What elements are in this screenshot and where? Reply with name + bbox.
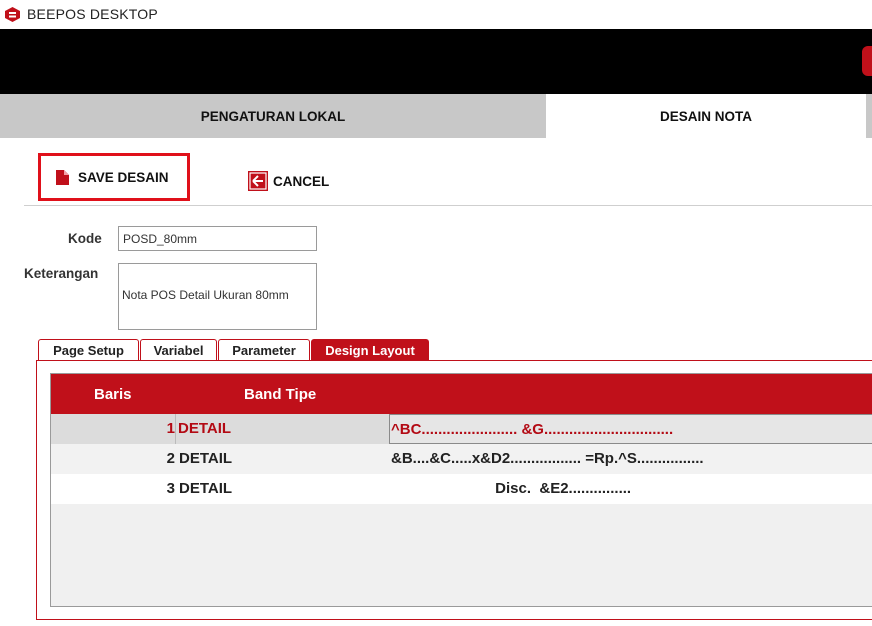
row-number: 1 (166, 420, 175, 437)
document-icon (56, 169, 69, 185)
column-header-band-tipe[interactable]: Band Tipe (244, 374, 316, 414)
row-layout[interactable]: Disc. &E2............... (391, 474, 631, 504)
app-title: BEEPOS DESKTOP (27, 6, 158, 22)
row-number: 2 (166, 450, 175, 467)
table-row[interactable]: 2 DETAIL &B....&C.....x&D2..............… (51, 444, 872, 474)
beepos-logo-icon (5, 7, 20, 22)
design-layout-panel: Baris Band Tipe 1 DETAIL ^BC............… (36, 360, 872, 620)
column-header-baris[interactable]: Baris (94, 374, 132, 414)
kode-label: Kode (68, 231, 102, 246)
keterangan-input[interactable] (118, 263, 317, 330)
save-desain-label: SAVE DESAIN (78, 169, 169, 185)
row-layout[interactable]: &B....&C.....x&D2................. =Rp.^… (391, 444, 704, 474)
row-band-type: DETAIL (175, 414, 389, 444)
title-bar: BEEPOS DESKTOP (0, 0, 872, 29)
main-tabbar: PENGATURAN LOKAL DESAIN NOTA (0, 94, 872, 138)
save-desain-button[interactable]: SAVE DESAIN (38, 153, 190, 201)
row-band-type: DETAIL (179, 480, 233, 497)
arrow-left-icon (248, 171, 268, 191)
row-layout[interactable]: ^BC....................... &G...........… (389, 414, 872, 444)
table-row[interactable]: 1 DETAIL ^BC....................... &G..… (51, 414, 872, 444)
subtab-variabel[interactable]: Variabel (140, 339, 217, 361)
cancel-button[interactable]: CANCEL (248, 170, 329, 192)
table-row[interactable]: 3 DETAIL Disc. &E2............... (51, 474, 872, 504)
subtab-design-layout[interactable]: Design Layout (311, 339, 429, 361)
header-bar (0, 29, 872, 94)
tab-desain-nota[interactable]: DESAIN NOTA (546, 94, 866, 138)
subtab-parameter[interactable]: Parameter (218, 339, 310, 361)
toolbar-divider (24, 205, 872, 206)
kode-input[interactable] (118, 226, 317, 251)
layout-grid[interactable]: Baris Band Tipe 1 DETAIL ^BC............… (50, 373, 872, 607)
cancel-label: CANCEL (273, 173, 330, 189)
tab-stub (866, 94, 872, 138)
tab-pengaturan-lokal[interactable]: PENGATURAN LOKAL (0, 94, 546, 138)
row-band-type: DETAIL (179, 450, 233, 467)
grid-header: Baris Band Tipe (51, 374, 872, 414)
keterangan-label: Keterangan (24, 266, 99, 281)
row-number: 3 (166, 480, 175, 497)
header-badge (862, 46, 872, 76)
subtab-page-setup[interactable]: Page Setup (38, 339, 139, 361)
